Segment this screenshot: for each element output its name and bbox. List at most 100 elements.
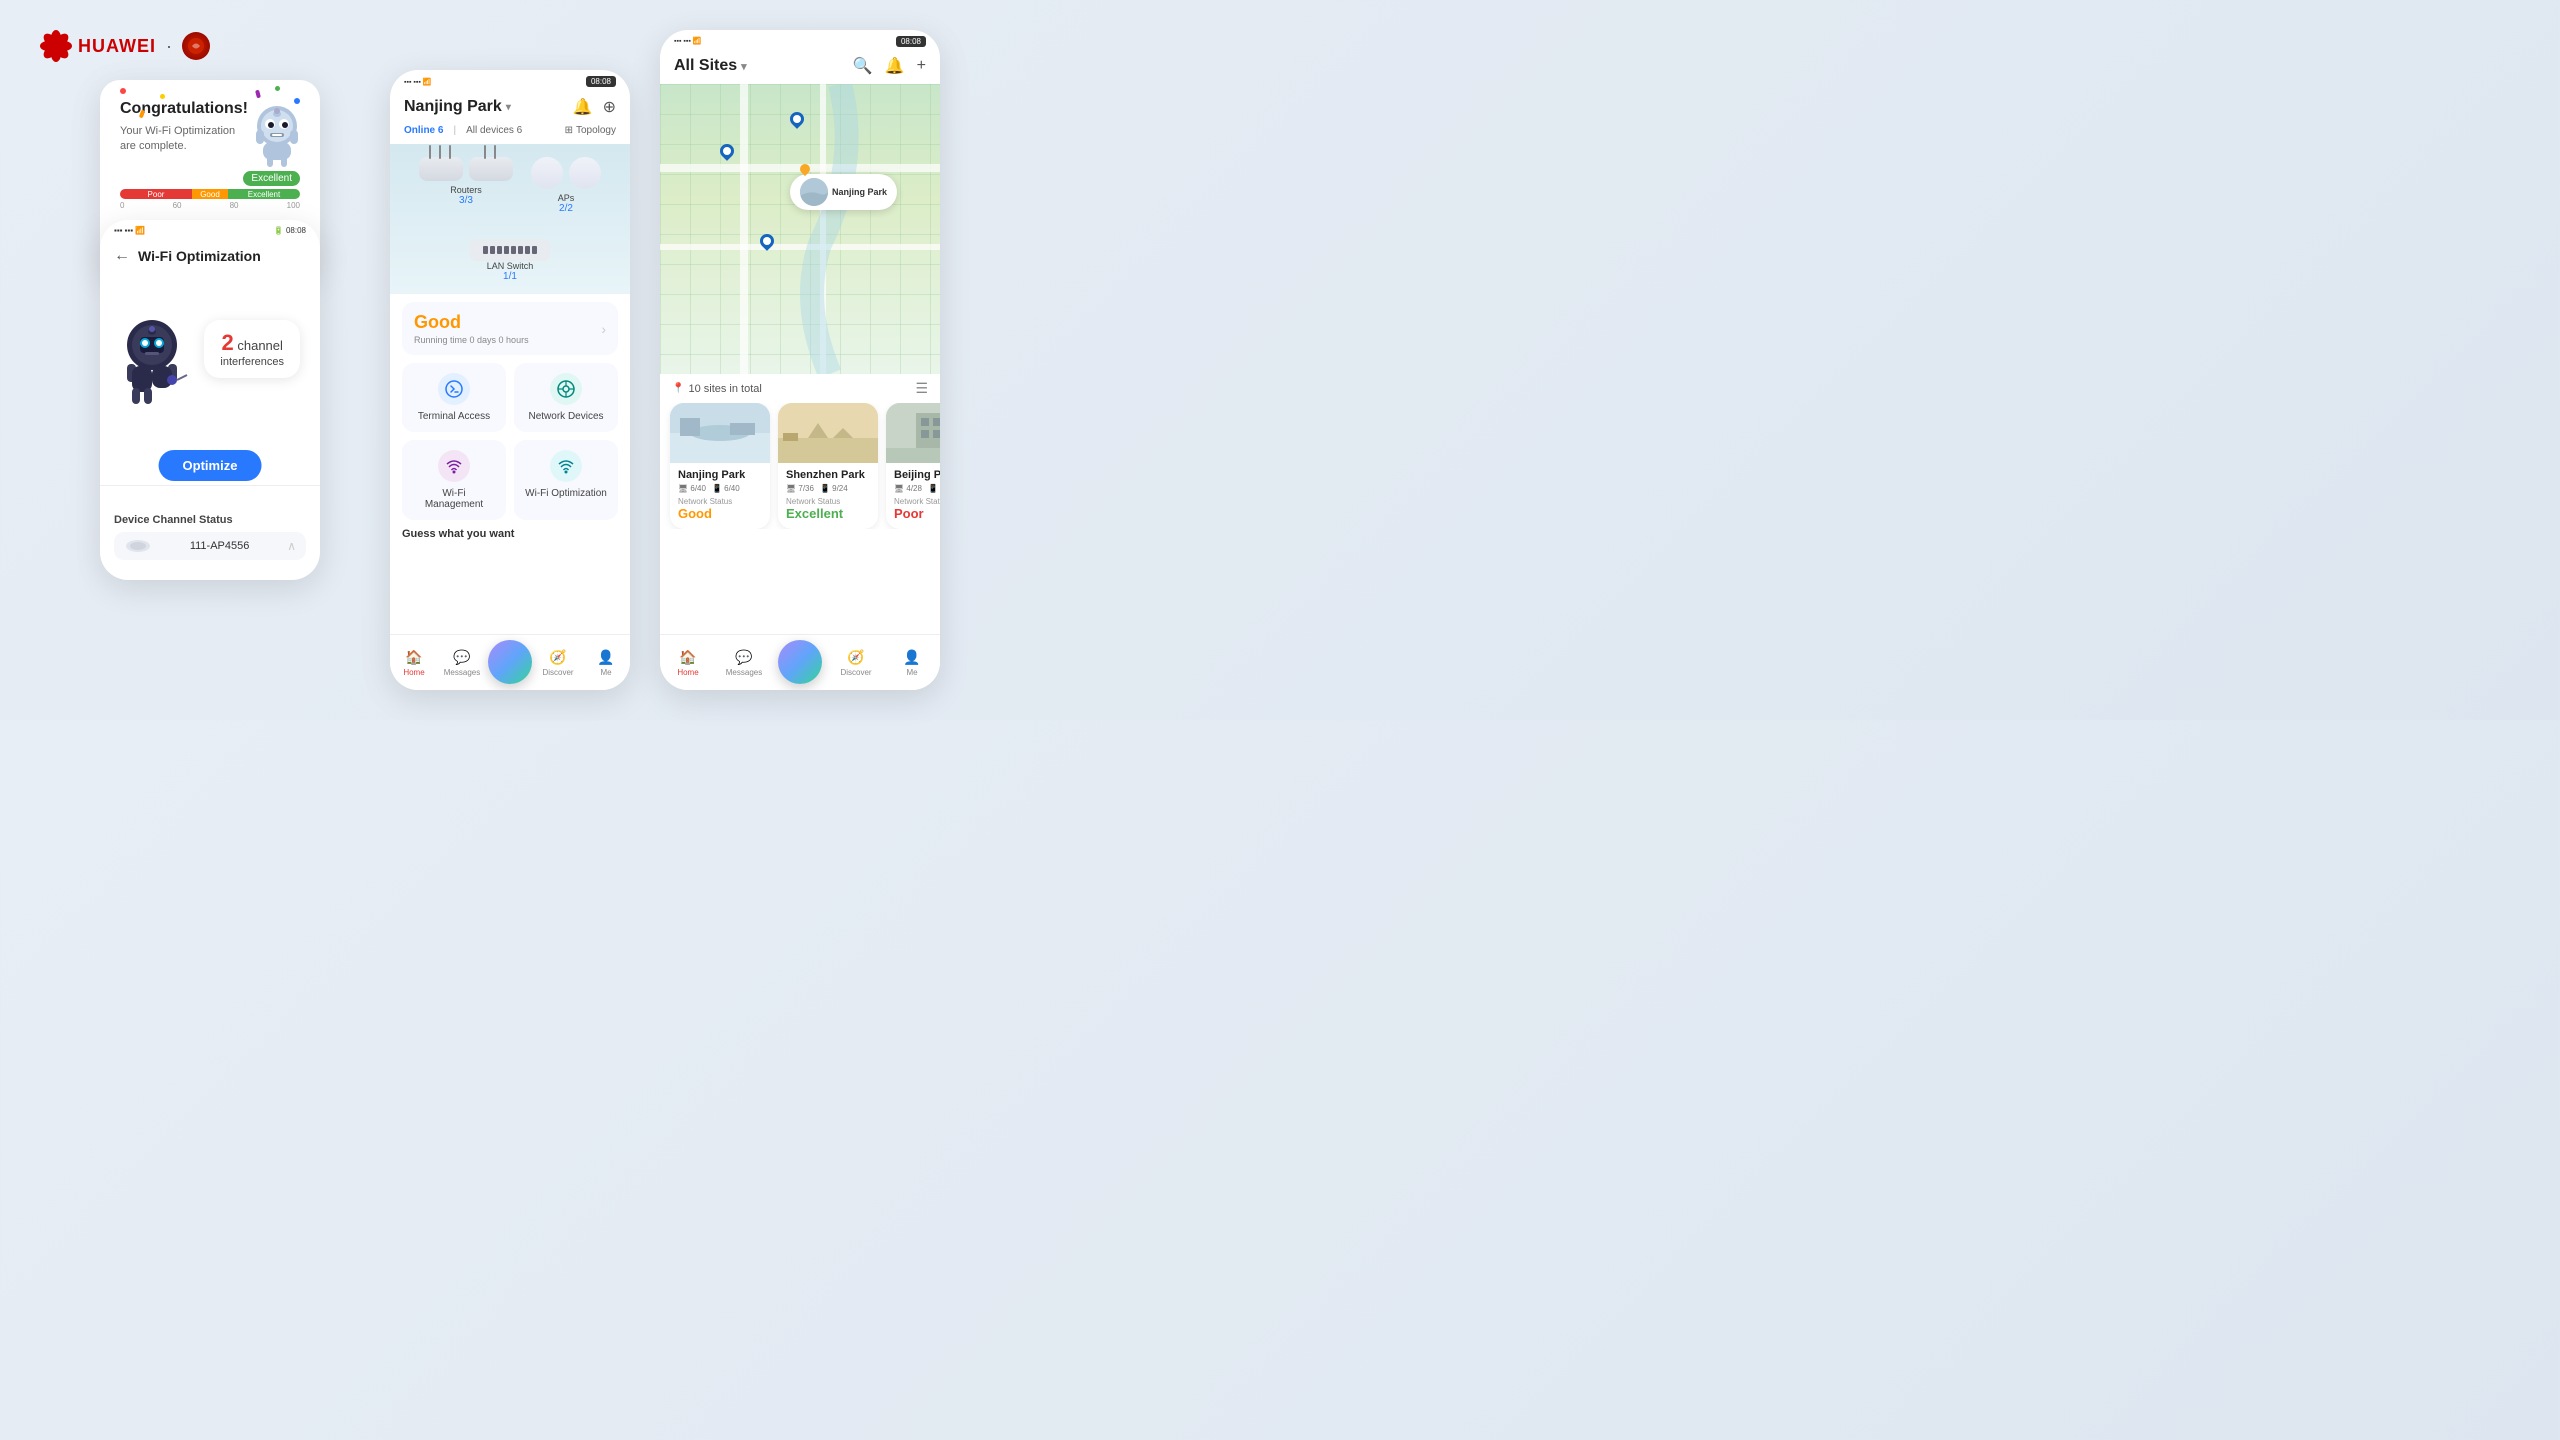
map-pin-2[interactable] xyxy=(720,144,734,158)
map-nav-center-button[interactable] xyxy=(778,640,822,684)
confetti-piece xyxy=(255,90,261,99)
site-card-shenzhen[interactable]: Shenzhen Park 🖥 7/36 📱 9/24 Network Stat… xyxy=(778,403,878,529)
wifi-optimization-label: Wi-Fi Optimization xyxy=(524,488,608,499)
bottom-nav: 🏠 Home 💬 Messages 🧭 Discover 👤 Me xyxy=(390,634,630,690)
nanjing-status-label: Network Status xyxy=(678,497,762,506)
tick-60: 60 xyxy=(173,201,182,210)
map-nav-center[interactable] xyxy=(772,635,828,690)
park-header: Nanjing Park ▾ 🔔 ⊕ xyxy=(390,91,630,125)
shenzhen-card-name: Shenzhen Park xyxy=(786,469,870,481)
site-card-beijing[interactable]: Beijing Park 🖥 4/28 📱 10/33 Network Stat… xyxy=(886,403,940,529)
wifi-optimization-phone: ▪▪▪ ▪▪▪ 📶 🔋 08:08 ← Wi-Fi Optimization xyxy=(100,220,320,580)
map-home-icon: 🏠 xyxy=(679,649,696,666)
back-button[interactable]: ← xyxy=(114,247,130,265)
nanjing-card-stats: 🖥 6/40 📱 6/40 xyxy=(678,484,762,493)
network-devices-item[interactable]: Network Devices xyxy=(514,363,618,432)
map-pin-1[interactable] xyxy=(790,112,804,126)
bar-excellent: Excellent xyxy=(228,189,300,199)
guess-section: Guess what you want xyxy=(390,520,630,544)
map-action-icons: 🔍 🔔 + xyxy=(853,56,926,76)
separator: · xyxy=(166,36,172,57)
header: HUAWEI · xyxy=(40,30,210,62)
status-good-label: Good xyxy=(414,312,529,333)
nav-messages[interactable]: 💬 Messages xyxy=(438,635,486,690)
nav-me[interactable]: 👤 Me xyxy=(582,635,630,690)
sites-total-info: 📍 10 sites in total xyxy=(672,383,762,395)
nav-discover[interactable]: 🧭 Discover xyxy=(534,635,582,690)
dropdown-arrow[interactable]: ▾ xyxy=(506,102,511,113)
park-name: Nanjing Park ▾ xyxy=(404,98,511,116)
shenzhen-card-stats: 🖥 7/36 📱 9/24 xyxy=(786,484,870,493)
all-sites-label: All Sites ▾ xyxy=(674,57,747,75)
aps-visual: APs 2/2 xyxy=(531,157,601,214)
map-nav-messages[interactable]: 💬 Messages xyxy=(716,635,772,690)
congrats-subtitle: Your Wi-Fi Optimization are complete. xyxy=(120,124,248,155)
shenzhen-img-svg xyxy=(778,403,878,463)
add-site-icon[interactable]: + xyxy=(917,57,926,75)
map-nav-home[interactable]: 🏠 Home xyxy=(660,635,716,690)
channel-count: 2 xyxy=(222,330,234,355)
lan-port xyxy=(511,246,516,254)
beijing-status-label: Network Status xyxy=(894,497,940,506)
search-icon[interactable]: 🔍 xyxy=(853,56,873,76)
beijing-stat2: 📱 10/33 xyxy=(928,484,940,493)
park-action-icons: 🔔 ⊕ xyxy=(573,97,616,117)
discover-icon: 🧭 xyxy=(549,649,566,666)
confetti-dot xyxy=(294,98,300,104)
map-nav-me[interactable]: 👤 Me xyxy=(884,635,940,690)
shenzhen-card-img xyxy=(778,403,878,463)
battery-display: 08:08 xyxy=(586,76,616,87)
score-ticks: 0 60 80 100 xyxy=(120,201,300,210)
topology-button[interactable]: ⊞ Topology xyxy=(565,125,616,136)
nav-home-label: Home xyxy=(403,668,424,677)
map-sites-phone: ▪▪▪ ▪▪▪ 📶 08:08 All Sites ▾ 🔍 🔔 + xyxy=(660,30,940,690)
optimize-button[interactable]: Optimize xyxy=(159,450,262,481)
wifi-management-item[interactable]: Wi-Fi Management xyxy=(402,440,506,520)
list-view-icon[interactable]: ☰ xyxy=(915,380,928,397)
alert-icon[interactable]: 🔔 xyxy=(885,56,905,76)
nanjing-status-text: Good xyxy=(678,506,762,521)
sites-dropdown-arrow[interactable]: ▾ xyxy=(741,60,747,73)
terminal-access-item[interactable]: Terminal Access xyxy=(402,363,506,432)
robot-icon xyxy=(248,100,306,168)
map-pin-3[interactable] xyxy=(760,234,774,248)
wifi-optimization-item[interactable]: Wi-Fi Optimization xyxy=(514,440,618,520)
score-bar: Poor Good Excellent xyxy=(120,189,300,199)
add-icon[interactable]: ⊕ xyxy=(603,97,616,117)
beijing-img-svg xyxy=(886,403,940,463)
map-nav-discover-label: Discover xyxy=(840,668,871,677)
huawei-brand-text: HUAWEI xyxy=(78,36,156,57)
lan-ports xyxy=(483,246,537,254)
map-nav-discover[interactable]: 🧭 Discover xyxy=(828,635,884,690)
lan-port xyxy=(532,246,537,254)
wifi-opt-svg xyxy=(557,457,575,475)
routers-visual: Routers 3/3 xyxy=(419,157,513,214)
status-card[interactable]: Good Running time 0 days 0 hours › xyxy=(402,302,618,355)
nanjing-card-name: Nanjing Park xyxy=(678,469,762,481)
map-nav-me-label: Me xyxy=(906,668,917,677)
nav-center[interactable] xyxy=(486,635,534,690)
nav-messages-label: Messages xyxy=(444,668,480,677)
ap-device-icon xyxy=(124,538,152,554)
home-icon: 🏠 xyxy=(405,649,422,666)
lan-port xyxy=(483,246,488,254)
nav-home[interactable]: 🏠 Home xyxy=(390,635,438,690)
nav-center-button[interactable] xyxy=(488,640,532,684)
terminal-access-icon xyxy=(438,373,470,405)
map-nav-messages-label: Messages xyxy=(726,668,762,677)
network-svg xyxy=(557,380,575,398)
notification-icon[interactable]: 🔔 xyxy=(573,97,593,117)
map-nav-home-label: Home xyxy=(677,668,698,677)
expand-icon[interactable]: ∧ xyxy=(287,539,296,553)
partner-logo-icon xyxy=(187,37,205,55)
me-icon: 👤 xyxy=(597,649,614,666)
wifi-robot-illustration xyxy=(112,310,202,415)
lan-port xyxy=(490,246,495,254)
site-card-nanjing[interactable]: Nanjing Park 🖥 6/40 📱 6/40 Network Statu… xyxy=(670,403,770,529)
nanjing-card-img xyxy=(670,403,770,463)
nav-me-label: Me xyxy=(600,668,611,677)
routers-count: 3/3 xyxy=(419,195,513,206)
nanjing-stat2: 📱 6/40 xyxy=(712,484,740,493)
lan-count: 1/1 xyxy=(470,271,550,282)
wifi-title: Wi-Fi Optimization xyxy=(138,248,261,264)
